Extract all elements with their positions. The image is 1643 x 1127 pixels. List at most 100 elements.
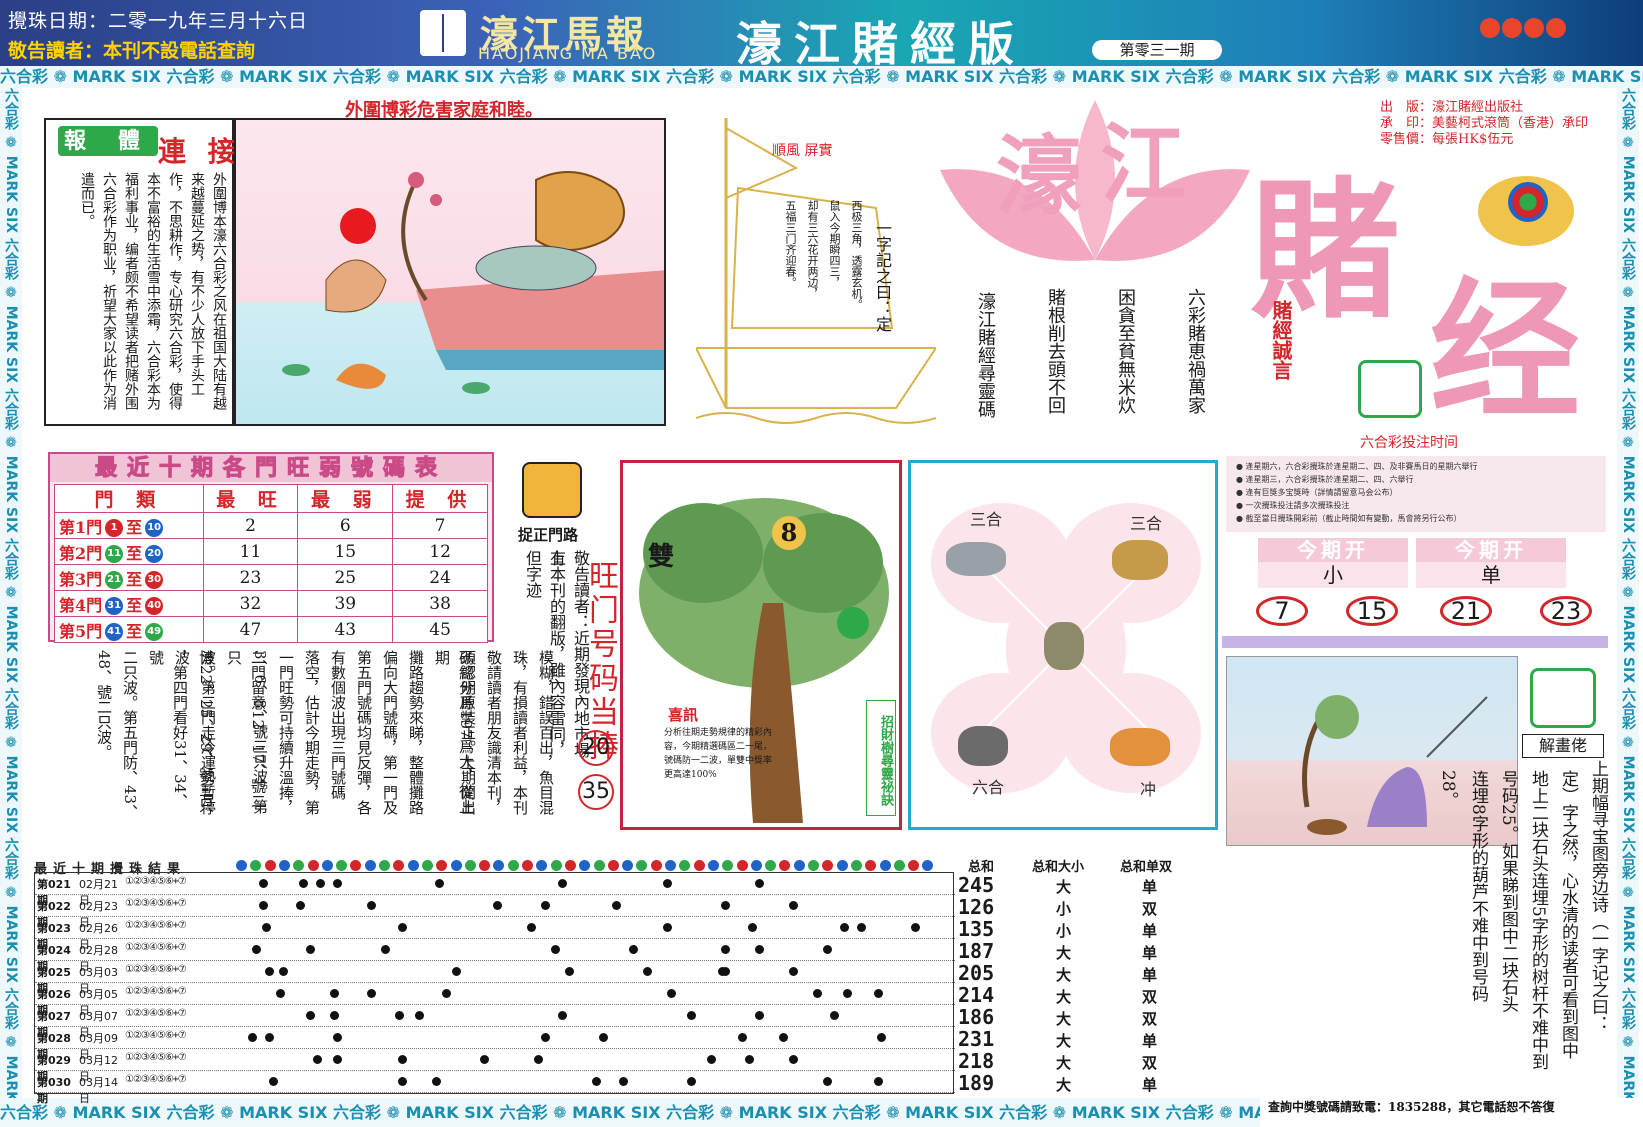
zodiac-label-3: 六合 — [972, 778, 1005, 797]
number-ball — [665, 860, 676, 871]
publisher-info: 出 版：濠江賭經出版社 承 印：美藝柯式滾筒（香港）承印 零售價：每張HK$伍元 — [1380, 100, 1588, 148]
draw-dot — [540, 901, 550, 910]
proverb-column: 濠江賭經尋靈碼 — [975, 292, 996, 418]
number-ball — [750, 860, 762, 871]
zodiac-label-1: 三合 — [970, 510, 1003, 529]
title-char-4: 经 — [1430, 263, 1581, 439]
number-ball — [250, 860, 262, 871]
draw-dot — [748, 923, 758, 932]
printer: 承 印：美藝柯式滾筒（香港）承印 — [1380, 116, 1589, 131]
table-row: 第2門 11 至 20 11 15 12 — [54, 538, 488, 565]
number-ball — [722, 860, 734, 871]
draw-row: 第021期 02月21日 ①②③④⑤⑥+⑦ — [35, 873, 955, 907]
tree-side-label: 招財樹尋靈祕訣 — [866, 700, 896, 816]
draw-numbers: ①②③④⑤⑥+⑦ — [125, 1074, 187, 1085]
odd-value: 单 — [1142, 1032, 1158, 1050]
number-ball — [879, 860, 891, 871]
title-char-2: 江 — [1100, 114, 1186, 215]
gate-cell: 第1門 1 至 10 — [54, 512, 204, 539]
draw-dot — [333, 879, 343, 888]
draw-dot — [619, 1077, 628, 1086]
number-ball — [364, 860, 376, 871]
draw-numbers: ①②③④⑤⑥+⑦ — [125, 898, 187, 909]
col-min: 最 弱 — [297, 484, 394, 513]
draw-dot — [721, 901, 730, 910]
draw-dot — [262, 923, 271, 932]
number-ball — [507, 860, 519, 871]
draw-dot — [452, 967, 462, 976]
draw-dot — [479, 1055, 489, 1064]
number-ball — [922, 860, 934, 871]
gate-name: 第3門 — [59, 569, 103, 589]
ball-to: 10 — [145, 519, 164, 537]
proverbs: 六彩賭恵禍萬家 困貪至貧無米炊 賭根削去頭不回 濠江賭經尋靈碼 — [972, 288, 1212, 472]
draw-dot — [721, 967, 730, 976]
number-ball — [736, 860, 748, 871]
cell-max: 23 — [202, 564, 299, 591]
draw-dot — [840, 923, 849, 932]
number-ball — [693, 860, 705, 871]
top-mark-six-strip: 六合彩 ❁ MARK SIX 六合彩 ❁ MARK SIX 六合彩 ❁ MARK… — [0, 66, 1643, 88]
article-column: 一門旺勢可持續升溫捧， — [277, 650, 295, 815]
sum-value: 187 — [958, 939, 995, 963]
draw-dot — [527, 923, 537, 932]
draw-dot — [755, 945, 764, 954]
price: 零售價：每張HK$伍元 — [1380, 132, 1514, 147]
draw-dot — [789, 1055, 798, 1064]
draw-dot — [493, 901, 503, 910]
number-ball — [579, 860, 591, 871]
number-ball — [264, 860, 276, 871]
draw-dot — [663, 879, 673, 888]
draw-date: 攪珠日期：二零一九年三月十六日 — [8, 10, 309, 32]
odd-value: 双 — [1142, 988, 1158, 1006]
article-column: 有數個波出現三門號碼 — [329, 650, 347, 800]
intro-tag: 報 體 — [58, 126, 158, 156]
draw-dot — [258, 879, 268, 888]
draw-dot — [663, 923, 673, 932]
number-ball — [493, 860, 505, 871]
jie-explanation: 上期幅寻宝图旁边诗（一字记之曰： 定）字之然，心水清的读者可看到图中 地上二块石头连… — [1420, 760, 1610, 1090]
draw-dot — [268, 1077, 278, 1086]
gate-to-word: 至 — [126, 595, 143, 615]
draw-dot — [642, 967, 652, 976]
jie-column: 28。 — [1438, 770, 1458, 809]
ship-poem-column: 一字記之曰：定 — [873, 220, 892, 332]
draw-dot — [398, 1055, 407, 1064]
schedule-line-4: ● 一次攪珠投注請多次攪珠投注 — [1236, 501, 1350, 510]
pick-number-3: 21 — [1440, 596, 1492, 626]
article-column: 敬請讀者朋友識清本刊， — [485, 650, 503, 815]
cell-max: 32 — [202, 590, 299, 617]
table-title: 最近十期各門旺弱號碼表 — [50, 454, 492, 482]
draw-dot — [707, 1055, 717, 1064]
number-ball — [765, 860, 777, 871]
draw-dot — [911, 923, 921, 932]
draw-dot — [755, 1011, 764, 1020]
gambling-warning: 賭經誠言 — [1269, 300, 1293, 380]
table-row: 第1門 1 至 10 2 6 7 — [54, 512, 488, 539]
proverb-column: 六彩賭恵禍萬家 — [1185, 288, 1206, 414]
draw-row: 第027期 03月07日 ①②③④⑤⑥+⑦ — [35, 1005, 955, 1039]
draw-row: 第023期 02月26日 ①②③④⑤⑥+⑦ — [35, 917, 955, 951]
draw-row: 第028期 03月09日 ①②③④⑤⑥+⑦ — [35, 1027, 955, 1061]
cell-offer: 45 — [392, 616, 488, 643]
draw-row: 第022期 02月23日 ①②③④⑤⑥+⑦ — [35, 895, 955, 929]
size-header: 总和大小 — [1032, 860, 1085, 875]
period-value-odd: 单 — [1416, 562, 1566, 588]
draw-dot — [333, 1033, 343, 1042]
number-ball — [379, 860, 390, 871]
ball-to: 20 — [145, 545, 164, 563]
draw-numbers: ①②③④⑤⑥+⑦ — [125, 1008, 187, 1019]
draw-dot — [557, 879, 567, 888]
cell-max: 11 — [202, 538, 299, 565]
proverb-column: 困貪至貧無米炊 — [1115, 288, 1136, 414]
bottom-mark-six-strip: 六合彩 ❁ MARK SIX 六合彩 ❁ MARK SIX 六合彩 ❁ MARK… — [0, 1098, 1260, 1127]
draw-dot — [823, 1077, 832, 1086]
odd-value: 单 — [1142, 922, 1158, 940]
sum-value: 186 — [958, 1005, 995, 1029]
article-column: 攤路趨勢來睇，整體攤路 — [407, 650, 425, 815]
article-column: 第五門號碼均見反彈，各 — [355, 650, 373, 815]
gate-cell: 第5門 41 至 49 — [54, 616, 204, 643]
gate-name: 第1門 — [59, 517, 103, 537]
wang-number-1: 20 — [578, 730, 614, 766]
analysis-article: 模糊，錯誤百出，魚目混 珠，有損讀者利益，本刊 敬請讀者朋友識清本刊， 須認明原裝正。… — [60, 650, 560, 820]
